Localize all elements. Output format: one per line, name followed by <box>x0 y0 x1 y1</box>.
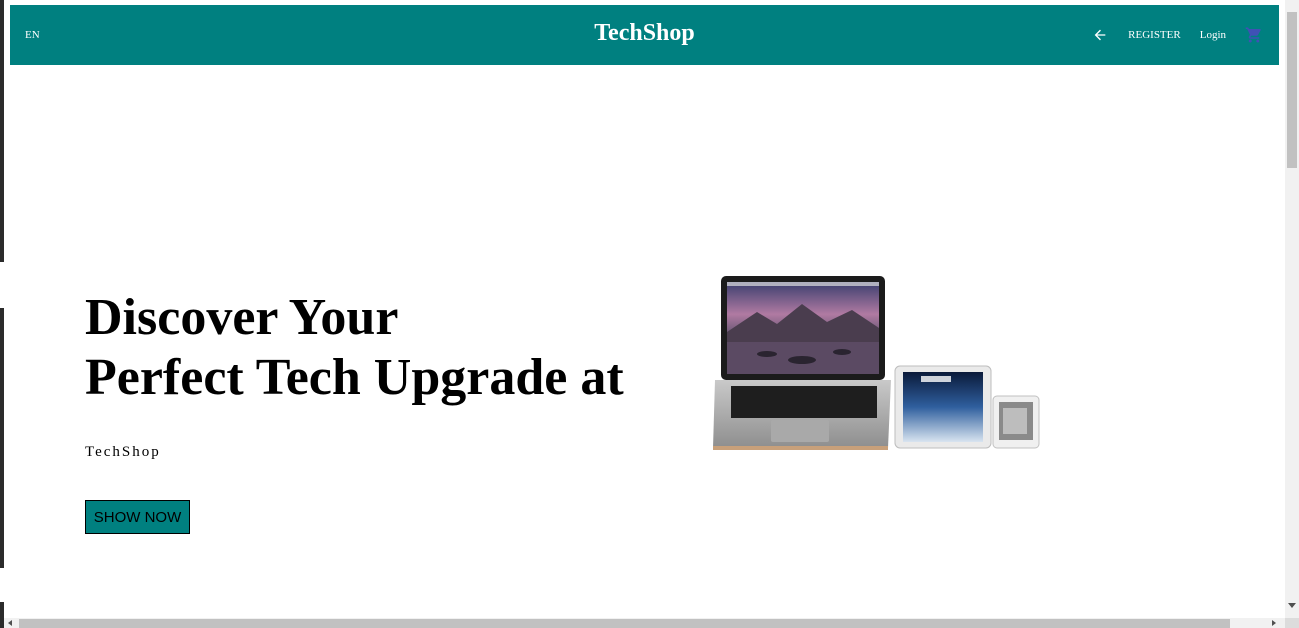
login-link[interactable]: Login <box>1200 29 1226 41</box>
page-viewport: EN TechShop REGISTER Login Discover Your… <box>4 0 1285 618</box>
language-selector[interactable]: EN <box>25 5 40 65</box>
horizontal-scrollbar[interactable] <box>4 618 1285 628</box>
scroll-down-arrow-icon[interactable] <box>1288 603 1296 608</box>
shopping-cart-icon[interactable] <box>1245 26 1263 44</box>
register-link[interactable]: REGISTER <box>1128 29 1181 41</box>
hero-title-line-2: Perfect Tech Upgrade at <box>85 349 624 406</box>
brand-logo: TechShop <box>10 5 1279 65</box>
hero-title: Discover Your Perfect Tech Upgrade at <box>85 288 624 408</box>
horizontal-scroll-thumb[interactable] <box>19 619 1230 628</box>
nav-actions: REGISTER Login <box>1092 5 1263 65</box>
scroll-left-arrow-icon[interactable] <box>8 620 12 626</box>
top-navbar: EN TechShop REGISTER Login <box>10 5 1279 65</box>
brand-title[interactable]: TechShop <box>594 20 695 46</box>
scrollbar-corner <box>1285 618 1299 628</box>
vertical-scrollbar[interactable] <box>1285 0 1299 618</box>
show-now-button[interactable]: SHOW NOW <box>85 500 190 534</box>
hero-title-line-1: Discover Your <box>85 289 399 346</box>
devices-image <box>713 276 1040 450</box>
arrow-left-icon[interactable] <box>1092 27 1108 43</box>
hero-subtitle: TechShop <box>85 444 161 460</box>
vertical-scroll-thumb[interactable] <box>1287 12 1297 168</box>
scroll-right-arrow-icon[interactable] <box>1272 620 1276 626</box>
